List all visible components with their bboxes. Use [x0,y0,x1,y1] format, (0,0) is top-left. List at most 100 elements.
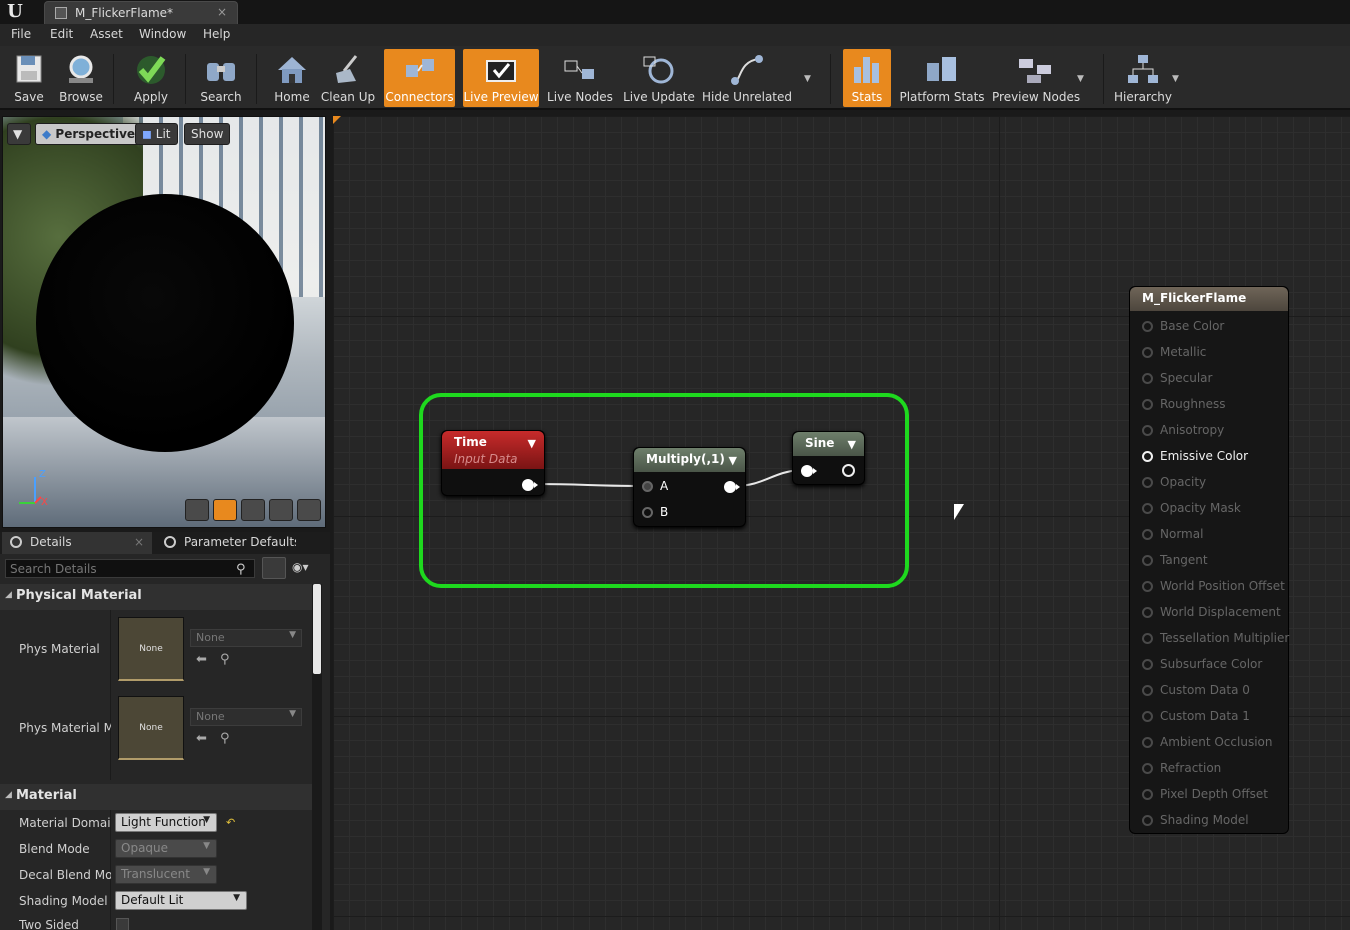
two-sided-checkbox[interactable] [116,918,129,930]
material-domain-dropdown[interactable]: Light Function ▼ [115,813,217,832]
details-scrollbar[interactable] [313,584,321,674]
toolbar: Save Browse Apply Search Home Clean Up C… [0,46,1350,110]
tab-details[interactable]: Details × [2,532,152,554]
result-pin-icon[interactable] [1142,529,1153,540]
perspective-button[interactable]: ◆ Perspective [35,123,143,145]
result-pin-icon[interactable] [1142,737,1153,748]
viewport-options-dropdown[interactable]: ▼ [7,123,31,145]
phys-material-combo[interactable]: None ▼ [190,629,302,647]
browse-icon[interactable]: ⚲ [220,731,230,746]
multiply-input-b-pin[interactable] [642,507,653,518]
menu-asset[interactable]: Asset [90,27,123,41]
blend-mode-dropdown[interactable]: Opaque ▼ [115,839,217,858]
tab-parameter-defaults[interactable]: Parameter Defaults [156,532,296,554]
sine-output-pin[interactable] [842,464,855,477]
multiply-output-pin[interactable] [724,481,740,493]
chevron-down-icon[interactable]: ▼ [848,438,856,451]
preview-cube-button[interactable] [269,499,293,521]
result-pin-icon[interactable] [1142,347,1153,358]
use-selected-arrow-icon[interactable]: ⬅ [196,652,207,667]
close-icon[interactable]: × [134,535,144,549]
result-pin-icon[interactable] [1142,711,1153,722]
result-pin-icon[interactable] [1142,503,1153,514]
apply-button[interactable]: Apply [124,49,178,107]
menu-help[interactable]: Help [203,27,230,41]
result-pin-icon[interactable] [1142,555,1153,566]
toolbar-dropdown-icon[interactable]: ▼ [804,74,811,84]
result-pin-icon[interactable] [1142,685,1153,696]
browse-icon[interactable]: ⚲ [220,652,230,667]
title-bar: U M_FlickerFlame* × [0,0,1350,24]
result-pin-icon[interactable] [1142,581,1153,592]
result-pin-icon[interactable] [1142,763,1153,774]
two-sided-label: Two Sided [19,918,79,930]
list-view-button[interactable] [262,557,286,579]
result-pin-icon[interactable] [1142,321,1153,332]
material-result-node[interactable]: M_FlickerFlame Base Color Metallic Specula… [1129,286,1289,834]
preview-mesh-button[interactable] [297,499,321,521]
checkmark-icon [137,56,166,84]
multiply-node[interactable]: Multiply(,1) ▼ A B [633,447,746,527]
lit-button[interactable]: ◼ Lit [135,123,178,145]
hide-unrelated-button[interactable]: Hide Unrelated [702,49,792,107]
menu-window[interactable]: Window [139,27,186,41]
result-pin-icon[interactable] [1142,659,1153,670]
result-pin-icon[interactable] [1142,477,1153,488]
decal-blend-mode-dropdown[interactable]: Translucent ▼ [115,865,217,884]
sine-node[interactable]: Sine ▼ [792,431,865,485]
platform-stats-button[interactable]: Platform Stats [898,49,986,107]
result-pin-icon[interactable] [1142,451,1153,462]
result-pin-icon[interactable] [1142,373,1153,384]
show-button[interactable]: Show [184,123,231,145]
hierarchy-button[interactable]: Hierarchy [1114,49,1172,107]
phys-material-thumbnail[interactable]: None [118,617,184,681]
category-physical-material[interactable]: ◢ Physical Material [0,584,322,610]
chevron-down-icon[interactable]: ▼ [729,454,737,467]
time-output-pin[interactable] [522,479,538,491]
result-pin-icon[interactable] [1142,399,1153,410]
sine-input-pin[interactable] [801,465,817,477]
menu-edit[interactable]: Edit [50,27,73,41]
save-label: Save [14,90,44,104]
menu-file[interactable]: File [11,27,31,41]
reset-to-default-icon[interactable]: ↶ [226,816,235,829]
result-pin-icon[interactable] [1142,633,1153,644]
result-pin-icon[interactable] [1142,607,1153,618]
browse-button[interactable]: Browse [56,49,106,107]
material-graph-canvas[interactable]: Time Input Data ▼ Multiply(,1) ▼ A B Sin… [333,116,1350,930]
decal-blend-mode-value: Translucent [121,867,190,881]
live-nodes-button[interactable]: Live Nodes [545,49,615,107]
preview-plane-button[interactable] [241,499,265,521]
preview-nodes-button[interactable]: Preview Nodes [992,49,1080,107]
save-button[interactable]: Save [4,49,54,107]
preview-viewport[interactable]: ▼ ◆ Perspective ◼ Lit Show Z X [2,116,326,528]
preview-sphere-button[interactable] [213,499,237,521]
document-tab[interactable]: M_FlickerFlame* × [44,1,238,24]
live-preview-button[interactable]: Live Preview [463,49,539,107]
multiply-input-a-pin[interactable] [642,481,653,492]
result-pin-icon[interactable] [1142,789,1153,800]
live-update-button[interactable]: Live Update [622,49,696,107]
result-pin-icon[interactable] [1142,815,1153,826]
chevron-down-icon[interactable]: ▼ [528,437,536,450]
apply-label: Apply [134,90,168,104]
search-details-input[interactable] [5,559,255,578]
close-tab-icon[interactable]: × [217,5,227,19]
use-selected-arrow-icon[interactable]: ⬅ [196,731,207,746]
stats-button[interactable]: Stats [843,49,891,107]
home-button[interactable]: Home [266,49,318,107]
clean-up-button[interactable]: Clean Up [320,49,376,107]
toolbar-dropdown-icon[interactable]: ▼ [1172,74,1179,84]
shading-model-dropdown[interactable]: Default Lit ▼ [115,891,247,910]
category-material[interactable]: ◢ Material [0,784,322,810]
preview-cylinder-button[interactable] [185,499,209,521]
phys-material-mask-thumbnail[interactable]: None [118,696,184,760]
connectors-button[interactable]: Connectors [384,49,455,107]
time-node[interactable]: Time Input Data ▼ [441,430,545,496]
search-button[interactable]: Search [194,49,248,107]
tab-details-label: Details [30,535,72,549]
phys-material-mask-combo[interactable]: None ▼ [190,708,302,726]
eye-icon[interactable]: ◉▾ [292,560,309,574]
toolbar-dropdown-icon[interactable]: ▼ [1077,74,1084,84]
result-pin-icon[interactable] [1142,425,1153,436]
